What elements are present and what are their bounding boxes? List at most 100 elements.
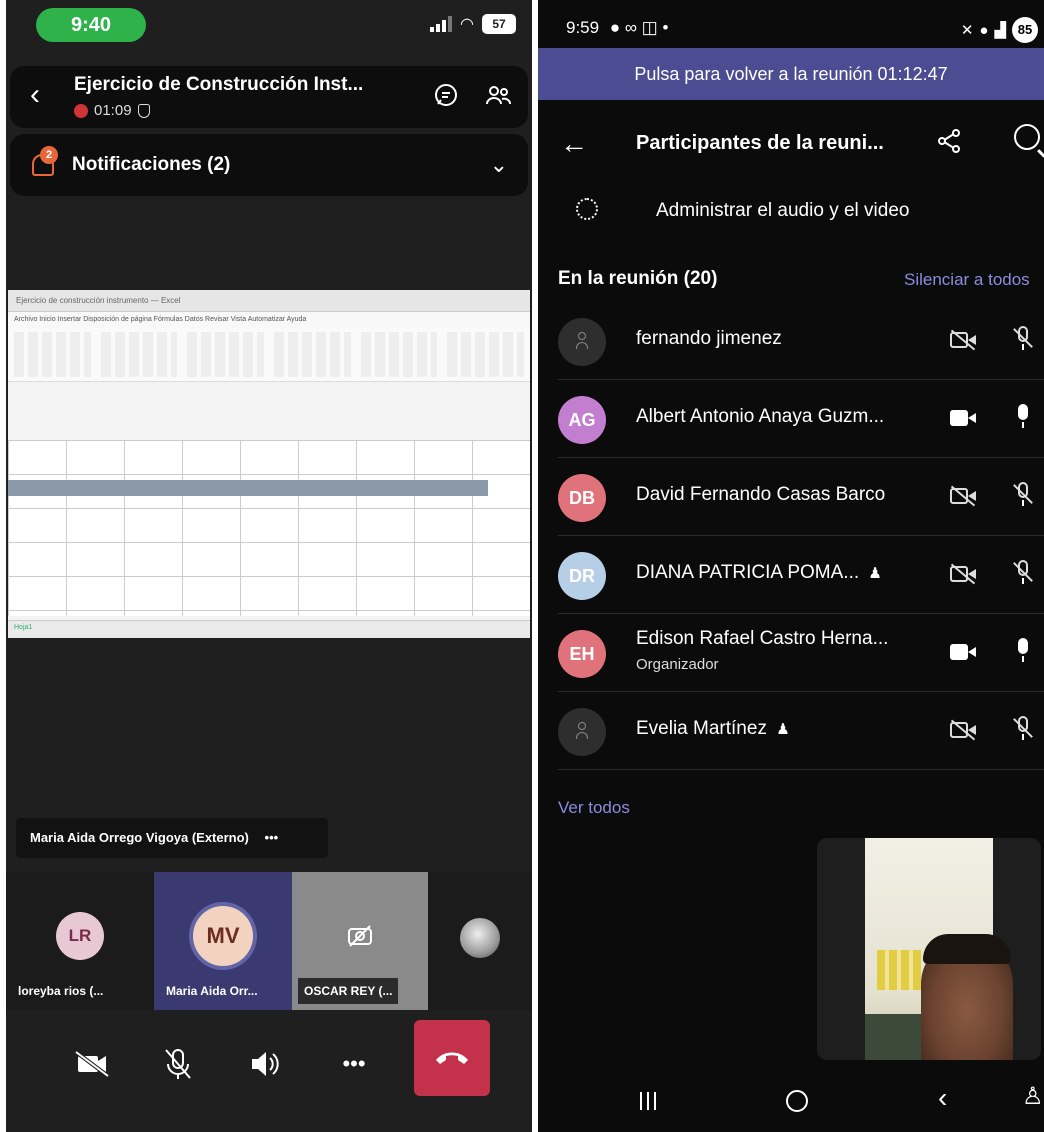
nav-back-icon[interactable]: ‹	[938, 1082, 947, 1114]
avatar: DR	[558, 552, 606, 600]
gear-icon	[576, 198, 598, 220]
mic-off-icon	[1016, 326, 1030, 352]
participants-header: ← Participantes de la reuni...	[538, 100, 1044, 190]
chevron-down-icon[interactable]: ⌄	[490, 152, 508, 178]
participant-tile[interactable]: MV Maria Aida Orr...	[154, 872, 292, 1010]
signal-icon	[430, 16, 453, 32]
participant-name: David Fernando Casas Barco	[636, 484, 886, 505]
battery-icon: 57	[482, 14, 516, 34]
participant-tile[interactable]	[428, 872, 532, 1010]
status-icons: ✕ ● ▟ 85	[961, 17, 1038, 43]
participant-name: DIANA PATRICIA POMA... ♟	[636, 562, 882, 584]
mic-on-icon	[1016, 638, 1030, 664]
avatar: DB	[558, 474, 606, 522]
recents-icon[interactable]	[640, 1092, 656, 1110]
spreadsheet-grid	[8, 440, 530, 616]
avatar: LR	[56, 912, 104, 960]
mic-on-icon	[1016, 404, 1030, 430]
spreadsheet-header-band	[8, 480, 488, 496]
phone-hangup-icon	[436, 1052, 468, 1064]
camera-on-icon	[950, 642, 976, 662]
speaker-icon[interactable]	[234, 1034, 294, 1094]
notification-badge: 2	[40, 146, 58, 164]
mic-off-icon[interactable]	[148, 1034, 208, 1094]
person-icon	[576, 332, 588, 352]
active-speaker-chip[interactable]: Maria Aida Orrego Vigoya (Externo) •••	[16, 818, 328, 858]
accessibility-icon[interactable]: ♙	[1022, 1082, 1044, 1111]
camera-off-icon	[950, 486, 976, 506]
guest-icon: ♟	[776, 721, 790, 738]
android-nav-bar: ‹ ♙	[538, 1076, 1044, 1132]
call-controls: •••	[6, 1010, 532, 1132]
participant-tile[interactable]: LR loreyba rios (...	[6, 872, 154, 1010]
share-icon[interactable]	[936, 128, 962, 154]
recording-icon	[74, 103, 88, 118]
notifications-bar[interactable]: 2 Notificaciones (2) ⌄	[10, 134, 528, 196]
manage-audio-video-label: Administrar el audio y el video	[656, 200, 910, 221]
self-video-preview[interactable]	[817, 838, 1041, 1060]
avatar: MV	[193, 906, 253, 966]
notification-icons: ● ∞ ◫ •	[609, 18, 669, 37]
participant-name: Albert Antonio Anaya Guzm...	[636, 406, 885, 427]
participant-name: Evelia Martínez ♟	[636, 718, 790, 740]
return-to-meeting-banner[interactable]: Pulsa para volver a la reunión 01:12:47	[538, 48, 1044, 100]
manage-audio-video-row[interactable]: Administrar el audio y el video	[538, 190, 1044, 236]
more-options-button[interactable]: •••	[324, 1034, 384, 1094]
see-all-link[interactable]: Ver todos	[558, 798, 630, 818]
participant-row[interactable]: AG Albert Antonio Anaya Guzm...	[558, 380, 1044, 458]
participant-row[interactable]: fernando jimenez	[558, 302, 1044, 380]
participant-name: fernando jimenez	[636, 328, 782, 349]
participant-name: loreyba rios (...	[18, 984, 104, 998]
shared-window-titlebar: Ejercicio de construcción instrumento — …	[8, 290, 530, 312]
more-icon[interactable]: •••	[265, 830, 279, 845]
signal-icon: ▟	[994, 22, 1006, 39]
mute-all-button[interactable]: Silenciar a todos	[904, 270, 1030, 290]
person-icon	[576, 722, 588, 742]
camera-off-icon	[950, 564, 976, 584]
in-meeting-heading: En la reunión (20)	[558, 268, 718, 289]
hang-up-button[interactable]	[414, 1020, 490, 1096]
avatar	[558, 708, 606, 756]
meeting-timer: 01:09	[94, 102, 132, 119]
camera-off-icon[interactable]	[62, 1034, 122, 1094]
mic-off-icon	[1016, 560, 1030, 586]
notifications-label: Notificaciones (2)	[72, 154, 231, 175]
search-icon[interactable]	[1014, 124, 1040, 150]
location-icon: ●	[979, 21, 989, 39]
meeting-title: Ejercicio de Construcción Inst...	[74, 74, 364, 95]
people-icon[interactable]	[484, 82, 512, 110]
status-bar: 9:59 ● ∞ ◫ • ✕ ● ▟ 85	[538, 0, 1044, 48]
participant-row[interactable]: Evelia Martínez ♟	[558, 692, 1044, 770]
battery-icon: 85	[1012, 17, 1038, 43]
status-time: 9:59 ● ∞ ◫ •	[566, 18, 668, 38]
avatar	[558, 318, 606, 366]
status-icons: ◠ 57	[430, 14, 516, 34]
mute-icon: ✕	[960, 22, 974, 39]
status-time: 9:40	[36, 8, 146, 42]
camera-off-icon	[950, 330, 976, 350]
participant-row[interactable]: DB David Fernando Casas Barco	[558, 458, 1044, 536]
participant-role: Organizador	[636, 656, 719, 673]
recording-status: 01:09	[74, 102, 150, 119]
camera-on-icon	[950, 408, 976, 428]
avatar	[460, 918, 500, 958]
camera-off-icon	[348, 925, 372, 947]
shared-window-menu: Archivo Inicio Insertar Disposición de p…	[8, 312, 530, 328]
participant-strip: LR loreyba rios (... MV Maria Aida Orr..…	[6, 872, 532, 1010]
shared-window-ribbon	[8, 328, 530, 382]
wifi-icon: ◠	[460, 16, 474, 33]
back-arrow-icon[interactable]: ←	[560, 128, 588, 160]
avatar: EH	[558, 630, 606, 678]
teams-meeting-screen: 9:40 ◠ 57 ‹ Ejercicio de Construcción In…	[6, 0, 532, 1132]
avatar: AG	[558, 396, 606, 444]
camera-off-icon	[950, 720, 976, 740]
participant-row[interactable]: EH Edison Rafael Castro Herna... Organiz…	[558, 614, 1044, 692]
home-icon[interactable]	[786, 1090, 808, 1112]
shield-icon	[137, 103, 150, 118]
chat-icon[interactable]	[432, 82, 460, 110]
guest-icon: ♟	[868, 565, 882, 582]
back-button[interactable]: ‹	[30, 80, 50, 110]
mic-off-icon	[1016, 716, 1030, 742]
participant-row[interactable]: DR DIANA PATRICIA POMA... ♟	[558, 536, 1044, 614]
participant-tile[interactable]: OSCAR REY (...	[292, 872, 428, 1010]
